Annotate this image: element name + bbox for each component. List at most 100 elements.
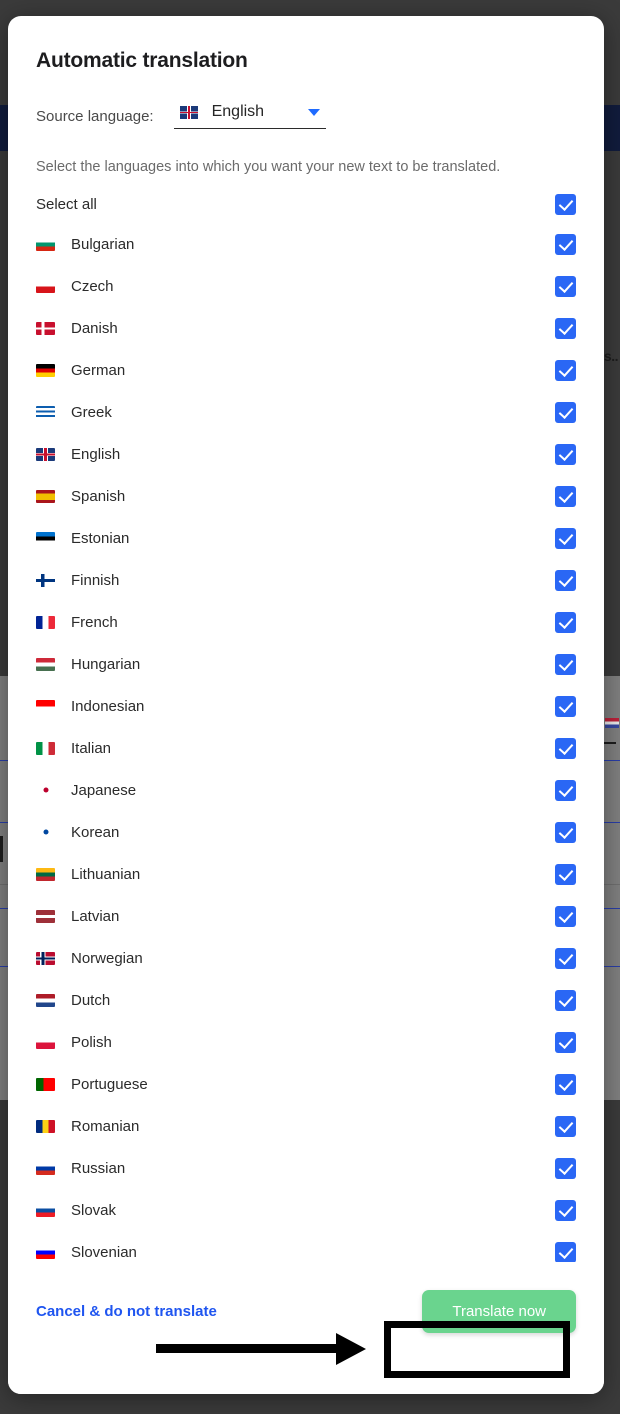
language-label: Russian — [71, 1159, 126, 1177]
language-row[interactable]: Bulgarian — [36, 223, 576, 265]
language-checkbox[interactable] — [555, 233, 576, 255]
language-row[interactable]: Greek — [36, 391, 576, 433]
translate-now-button[interactable]: Translate now — [422, 1289, 576, 1333]
source-language-label: Source language: — [36, 107, 154, 125]
flag-jp-icon — [36, 783, 55, 797]
language-checkbox[interactable] — [555, 1073, 576, 1095]
select-all-row[interactable]: Select all — [36, 194, 576, 215]
language-row[interactable]: Slovak — [36, 1189, 576, 1231]
language-checkbox[interactable] — [555, 653, 576, 675]
flag-pl-icon — [36, 1035, 55, 1049]
language-row[interactable]: German — [36, 349, 576, 391]
language-label: Greek — [71, 403, 112, 421]
language-checkbox[interactable] — [555, 485, 576, 507]
language-label: Portuguese — [71, 1075, 148, 1093]
language-checkbox[interactable] — [555, 569, 576, 591]
language-row[interactable]: Polish — [36, 1021, 576, 1063]
language-row[interactable]: Hungarian — [36, 643, 576, 685]
language-checkbox[interactable] — [555, 317, 576, 339]
source-language-value: English — [211, 103, 265, 120]
language-checkbox[interactable] — [555, 1115, 576, 1137]
language-checkbox[interactable] — [555, 947, 576, 969]
language-row[interactable]: Lithuanian — [36, 853, 576, 895]
select-all-label: Select all — [36, 196, 97, 213]
language-checkbox[interactable] — [555, 737, 576, 759]
language-checkbox[interactable] — [555, 695, 576, 717]
flag-lv-icon — [36, 909, 55, 923]
language-label: French — [71, 613, 118, 631]
flag-ee-icon — [36, 531, 55, 545]
flag-ru-icon — [36, 1161, 55, 1175]
source-language-select[interactable]: English — [173, 103, 326, 129]
language-checkbox[interactable] — [555, 989, 576, 1011]
language-row[interactable]: Latvian — [36, 895, 576, 937]
language-row[interactable]: Japanese — [36, 769, 576, 811]
flag-hu-icon — [36, 657, 55, 671]
language-row[interactable]: Portuguese — [36, 1063, 576, 1105]
source-language-row: Source language: English — [36, 103, 576, 129]
flag-cz-icon — [36, 279, 55, 293]
language-checkbox[interactable] — [555, 611, 576, 633]
language-checkbox[interactable] — [555, 401, 576, 423]
flag-no-icon — [36, 951, 55, 965]
dialog-header: Automatic translation Source language: E… — [8, 16, 604, 215]
language-row[interactable]: Estonian — [36, 517, 576, 559]
background-marker — [0, 836, 3, 862]
language-label: Romanian — [71, 1117, 140, 1135]
chevron-down-icon[interactable] — [307, 108, 320, 116]
language-checkbox[interactable] — [555, 1241, 576, 1262]
flag-es-icon — [36, 489, 55, 503]
language-checkbox[interactable] — [555, 443, 576, 465]
language-checkbox[interactable] — [555, 863, 576, 885]
background-dash — [604, 742, 616, 744]
language-checkbox[interactable] — [555, 275, 576, 297]
automatic-translation-dialog: Automatic translation Source language: E… — [8, 16, 604, 1394]
language-checkbox[interactable] — [555, 359, 576, 381]
language-checkbox[interactable] — [555, 821, 576, 843]
language-row[interactable]: Romanian — [36, 1105, 576, 1147]
language-row[interactable]: English — [36, 433, 576, 475]
language-row[interactable]: Norwegian — [36, 937, 576, 979]
flag-lt-icon — [36, 867, 55, 881]
language-row[interactable]: French — [36, 601, 576, 643]
language-row[interactable]: Dutch — [36, 979, 576, 1021]
flag-fr-icon — [36, 615, 55, 629]
language-row[interactable]: Korean — [36, 811, 576, 853]
flag-de-icon — [36, 363, 55, 377]
language-row[interactable]: Danish — [36, 307, 576, 349]
language-row[interactable]: Czech — [36, 265, 576, 307]
language-checkbox[interactable] — [555, 779, 576, 801]
flag-kr-icon — [36, 825, 55, 839]
flag-sk-icon — [36, 1203, 55, 1217]
flag-id-icon — [36, 699, 55, 713]
flag-dk-icon — [36, 321, 55, 335]
language-checkbox[interactable] — [555, 905, 576, 927]
page-title: Automatic translation — [36, 49, 248, 72]
instruction-text: Select the languages into which you want… — [36, 159, 501, 175]
language-label: Finnish — [71, 571, 120, 589]
language-checkbox[interactable] — [555, 1157, 576, 1179]
select-all-checkbox[interactable] — [555, 194, 576, 215]
flag-it-icon — [36, 741, 55, 755]
language-row[interactable]: Italian — [36, 727, 576, 769]
language-label: Lithuanian — [71, 865, 141, 883]
language-row[interactable]: Russian — [36, 1147, 576, 1189]
cancel-link[interactable]: Cancel & do not translate — [36, 1303, 217, 1320]
language-label: Bulgarian — [71, 235, 135, 253]
language-checkbox[interactable] — [555, 527, 576, 549]
flag-gb-icon — [179, 105, 198, 119]
language-label: Korean — [71, 823, 120, 841]
language-list[interactable]: Bulgarian Czech Danish German Greek English Sp… — [8, 223, 604, 1262]
language-label: Polish — [71, 1033, 112, 1051]
language-row[interactable]: Indonesian — [36, 685, 576, 727]
flag-gb-icon — [36, 447, 55, 461]
language-row[interactable]: Slovenian — [36, 1231, 576, 1262]
background-text-snippet: s.. — [603, 348, 619, 364]
flag-ro-icon — [36, 1119, 55, 1133]
language-checkbox[interactable] — [555, 1199, 576, 1221]
language-checkbox[interactable] — [555, 1031, 576, 1053]
language-row[interactable]: Finnish — [36, 559, 576, 601]
language-row[interactable]: Spanish — [36, 475, 576, 517]
language-label: German — [71, 361, 126, 379]
language-label: Japanese — [71, 781, 137, 799]
